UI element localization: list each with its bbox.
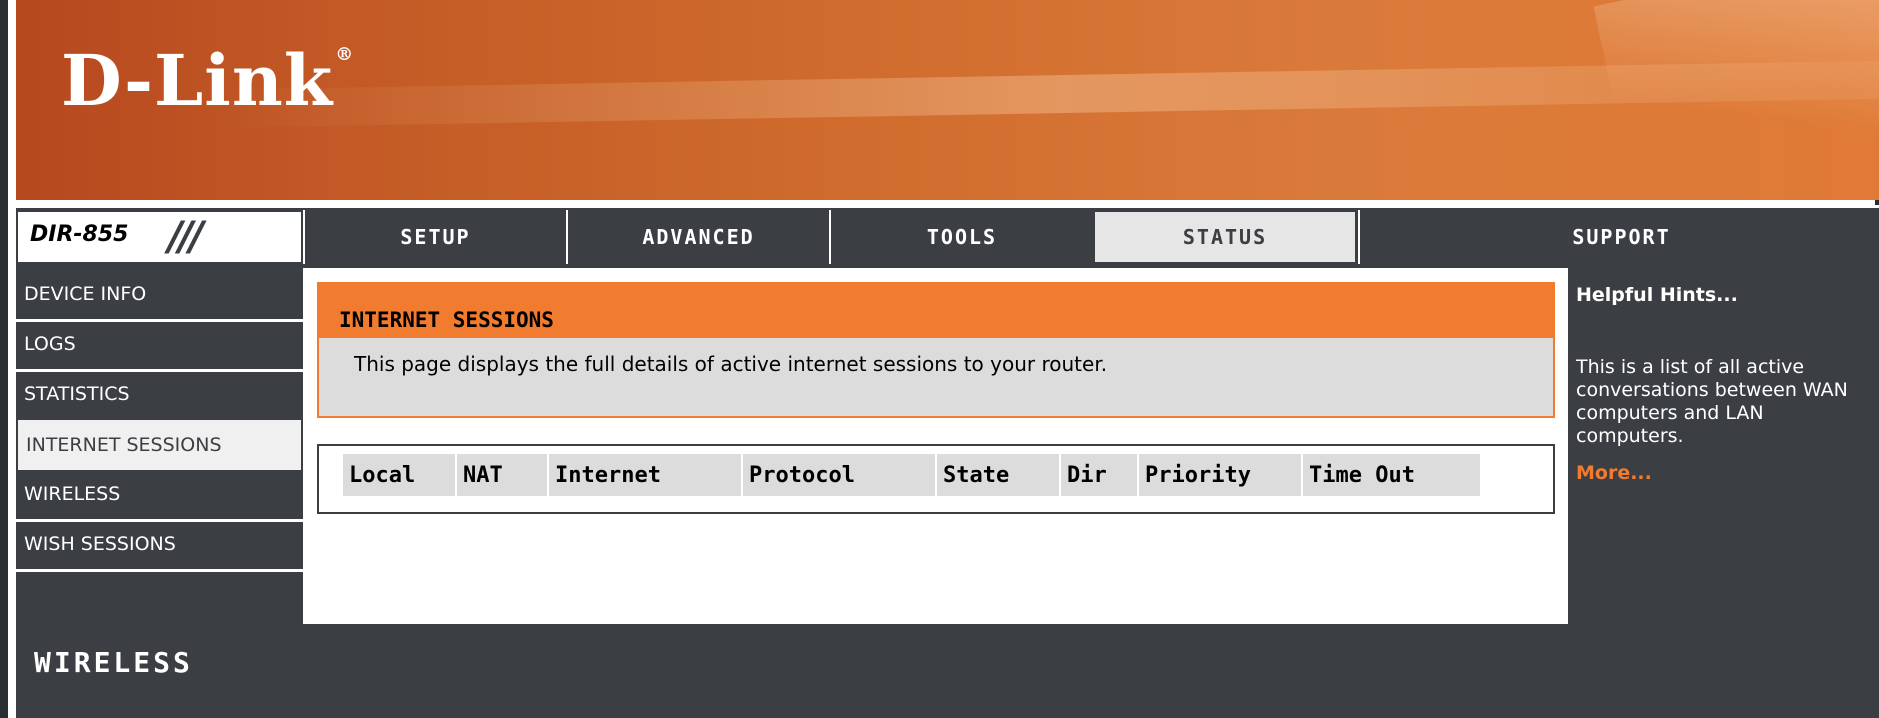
hints-title: Helpful Hints... <box>1576 284 1738 306</box>
section-description: This page displays the full details of a… <box>354 352 1108 376</box>
col-priority: Priority <box>1139 454 1301 496</box>
col-dir: Dir <box>1061 454 1137 496</box>
router-admin-frame: D-Link ® DIR-855 /// SETUP ADVANCED TOOLS… <box>0 0 1879 718</box>
col-local: Local <box>343 454 455 496</box>
header-banner: D-Link ® <box>16 0 1879 200</box>
sidebar-item-statistics[interactable]: STATISTICS <box>16 368 303 422</box>
sessions-table-container: Local NAT Internet Protocol State Dir Pr… <box>317 444 1555 514</box>
section-title: INTERNET SESSIONS <box>319 284 1553 338</box>
helpful-hints-panel: Helpful Hints... This is a list of all a… <box>1568 268 1879 624</box>
footer-bar: WIRELESS <box>16 624 1879 718</box>
registered-mark: ® <box>335 44 355 65</box>
sidebar-item-device-info[interactable]: DEVICE INFO <box>16 268 303 322</box>
col-protocol: Protocol <box>743 454 935 496</box>
tab-tools[interactable]: TOOLS <box>829 210 1093 264</box>
sidebar-item-internet-sessions[interactable]: INTERNET SESSIONS <box>16 418 303 472</box>
banner-highlight <box>1593 0 1879 200</box>
main-content: INTERNET SESSIONS This page displays the… <box>303 268 1566 624</box>
model-slashes-icon: /// <box>168 214 204 260</box>
tab-advanced[interactable]: ADVANCED <box>566 210 829 264</box>
model-name: DIR-855 <box>30 222 129 247</box>
top-nav: DIR-855 /// SETUP ADVANCED TOOLS STATUS … <box>16 205 1879 268</box>
sidebar-item-logs[interactable]: LOGS <box>16 318 303 372</box>
sessions-table: Local NAT Internet Protocol State Dir Pr… <box>341 452 1482 498</box>
sidebar: DEVICE INFO LOGS STATISTICS INTERNET SES… <box>16 268 303 624</box>
sidebar-item-wish-sessions[interactable]: WISH SESSIONS <box>16 518 303 572</box>
tab-support[interactable]: SUPPORT <box>1358 210 1879 264</box>
col-time-out: Time Out <box>1303 454 1480 496</box>
col-nat: NAT <box>457 454 547 496</box>
footer-wireless-label: WIRELESS <box>34 646 193 679</box>
logo-text: D-Link <box>61 39 334 122</box>
hints-text: This is a list of all active conversatio… <box>1576 356 1848 447</box>
sidebar-item-wireless[interactable]: WIRELESS <box>16 468 303 522</box>
tab-setup[interactable]: SETUP <box>303 210 566 264</box>
internet-sessions-panel: INTERNET SESSIONS This page displays the… <box>317 282 1555 418</box>
table-header-row: Local NAT Internet Protocol State Dir Pr… <box>343 454 1480 496</box>
tab-status[interactable]: STATUS <box>1093 210 1357 264</box>
dlink-logo: D-Link ® <box>61 46 354 116</box>
model-badge: DIR-855 /// <box>16 210 303 264</box>
col-internet: Internet <box>549 454 741 496</box>
col-state: State <box>937 454 1059 496</box>
hints-more-link[interactable]: More... <box>1576 462 1652 484</box>
